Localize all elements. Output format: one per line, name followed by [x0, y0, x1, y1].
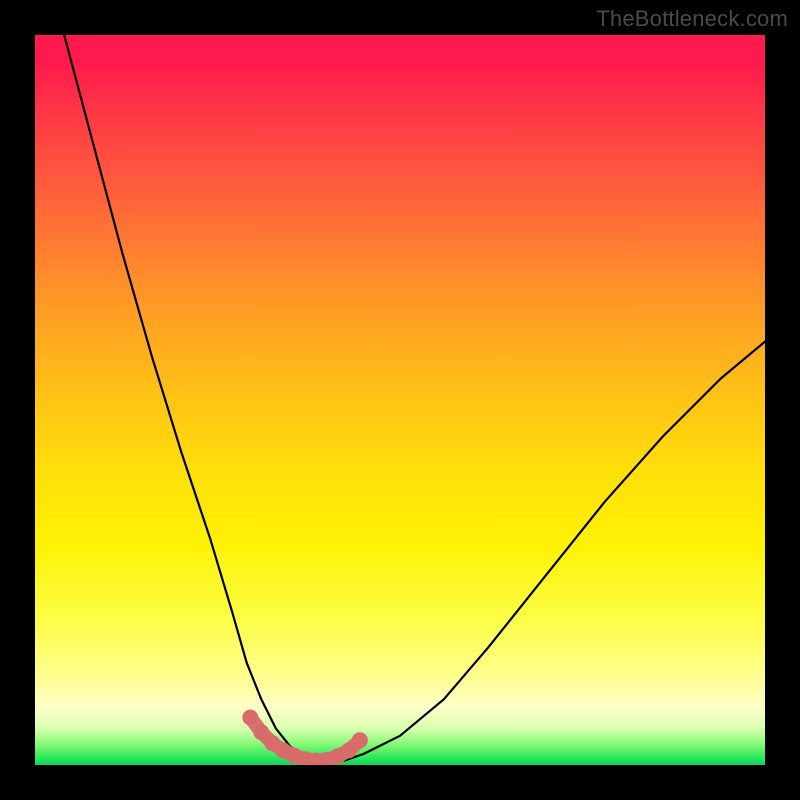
marker-dot	[242, 710, 258, 726]
bottleneck-curve-path	[64, 35, 765, 761]
chart-frame: TheBottleneck.com	[0, 0, 800, 800]
plot-area	[35, 35, 765, 765]
watermark-text: TheBottleneck.com	[596, 6, 788, 32]
marker-dot	[352, 732, 368, 748]
highlight-markers	[242, 710, 368, 766]
curve-svg	[35, 35, 765, 765]
